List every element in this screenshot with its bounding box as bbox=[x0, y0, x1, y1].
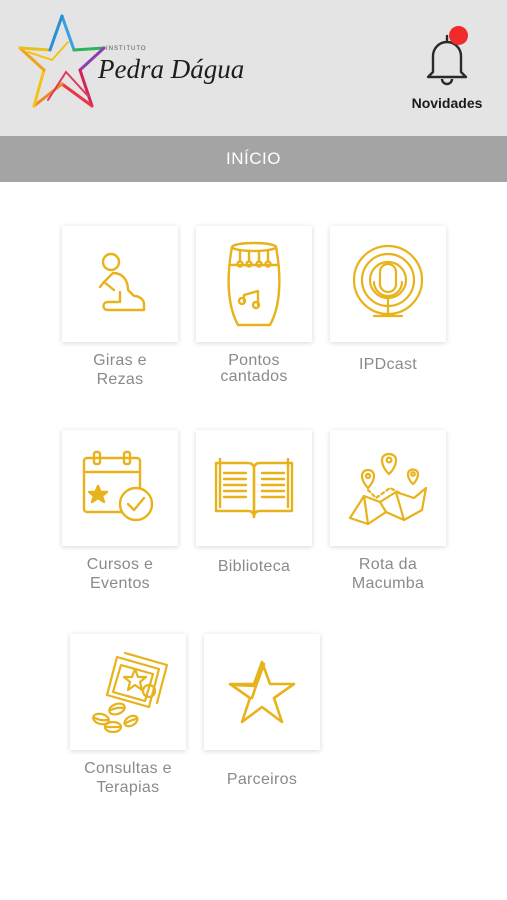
menu-card[interactable] bbox=[330, 430, 446, 546]
menu-item-label: IPDcast bbox=[358, 356, 418, 373]
map-pins-icon bbox=[348, 452, 428, 526]
menu-item-label: Giras e Rezas bbox=[93, 352, 147, 388]
notification-badge bbox=[449, 26, 468, 45]
app-header: INSTITUTO Pedra Dágua Novidades bbox=[0, 0, 507, 136]
notifications-label: Novidades bbox=[411, 95, 483, 111]
menu-card[interactable] bbox=[62, 430, 178, 546]
logo-subtitle: INSTITUTO bbox=[106, 46, 147, 52]
menu-card[interactable] bbox=[204, 634, 320, 750]
menu-card[interactable] bbox=[62, 226, 178, 342]
menu-item-label: Biblioteca bbox=[217, 558, 291, 575]
page-title-bar: INÍCIO bbox=[0, 136, 507, 182]
menu-item-biblioteca[interactable]: Biblioteca bbox=[196, 430, 312, 576]
calendar-star-check-icon bbox=[82, 450, 154, 522]
menu-item-label: Pontos cantados bbox=[220, 352, 288, 385]
menu-card[interactable] bbox=[70, 634, 186, 750]
praying-person-icon bbox=[98, 252, 146, 312]
logo-star-icon bbox=[18, 14, 106, 108]
menu-item-consultas-e-terapias[interactable]: Consultas e Terapias bbox=[70, 634, 186, 797]
podcast-microphone-icon bbox=[352, 244, 424, 318]
menu-card[interactable] bbox=[196, 430, 312, 546]
menu-card[interactable] bbox=[330, 226, 446, 342]
logo-name: Pedra Dágua bbox=[98, 54, 245, 84]
menu-item-label: Cursos e Eventos bbox=[86, 556, 154, 592]
menu-item-rota-da-macumba[interactable]: Rota da Macumba bbox=[330, 430, 446, 593]
menu-item-giras-e-rezas[interactable]: Giras e Rezas bbox=[62, 226, 178, 389]
open-book-icon bbox=[214, 457, 294, 519]
page-title: INÍCIO bbox=[226, 149, 281, 168]
notifications-button[interactable]: Novidades bbox=[404, 20, 490, 120]
menu-item-label: Rota da Macumba bbox=[351, 556, 425, 592]
menu-item-label: Parceiros bbox=[226, 771, 298, 788]
cards-shells-icon bbox=[92, 651, 169, 734]
star-icon bbox=[228, 660, 296, 724]
menu-item-ipdcast[interactable]: IPDcast bbox=[330, 226, 446, 374]
menu-item-label: Consultas e Terapias bbox=[84, 760, 172, 796]
drum-icon bbox=[227, 241, 281, 327]
menu-card[interactable] bbox=[196, 226, 312, 342]
menu-item-pontos-cantados[interactable]: Pontos cantados bbox=[196, 226, 312, 385]
menu-item-cursos-e-eventos[interactable]: Cursos e Eventos bbox=[62, 430, 178, 593]
institute-logo[interactable]: INSTITUTO Pedra Dágua bbox=[18, 12, 244, 114]
menu-item-parceiros[interactable]: Parceiros bbox=[204, 634, 320, 789]
